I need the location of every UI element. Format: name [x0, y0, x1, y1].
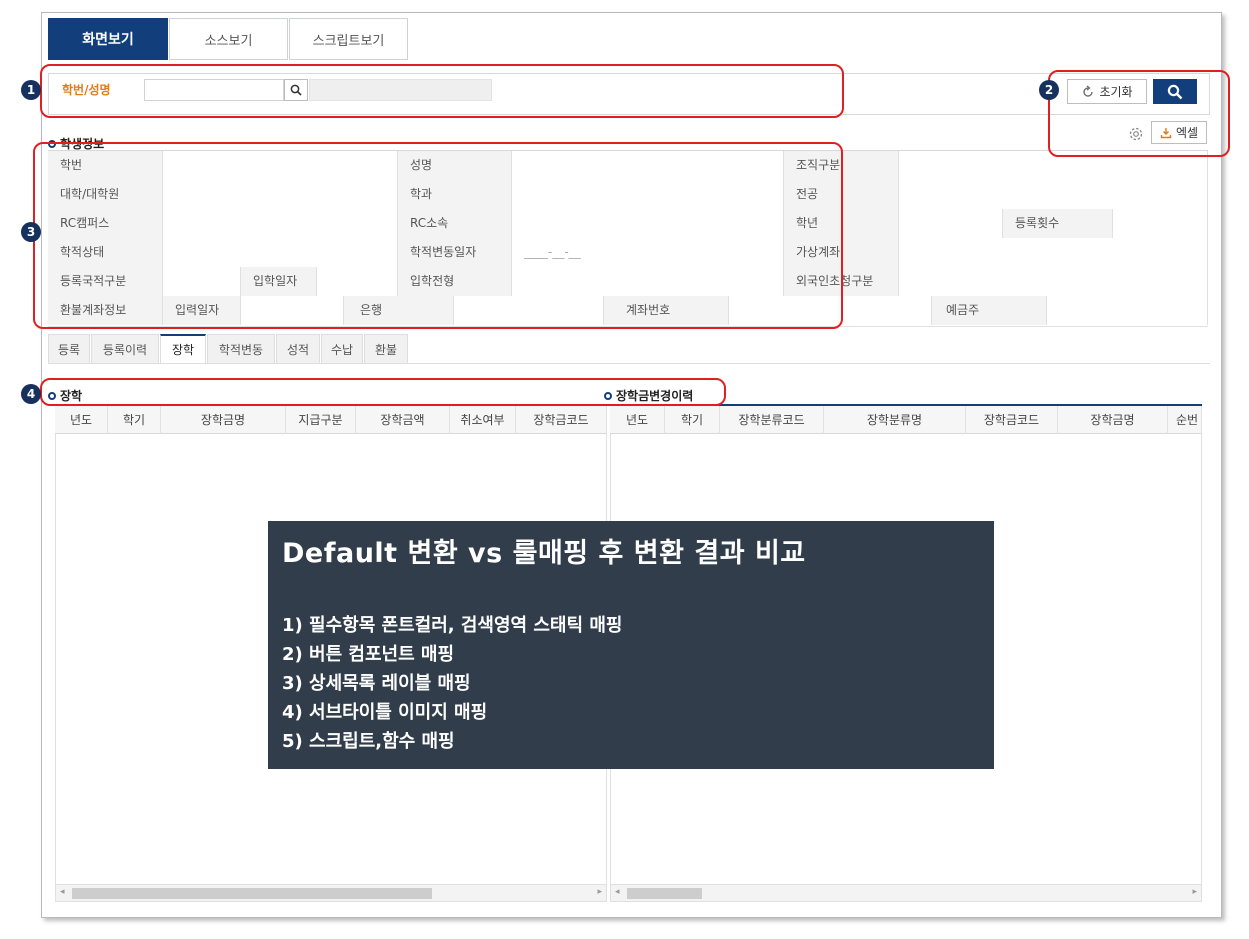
overlay-item: 4) 서브타이틀 이미지 매핑: [282, 702, 488, 723]
scroll-left-icon[interactable]: ◂: [615, 887, 620, 897]
subtab-academic-change[interactable]: 학적변동: [207, 334, 275, 364]
column-header[interactable]: 장학금명: [161, 406, 286, 434]
annotation-badge-4: 4: [21, 384, 41, 404]
foreign-invite-type-value: [899, 267, 1208, 296]
column-header[interactable]: 지급구분: [286, 406, 356, 434]
depositor-value: [1047, 296, 1208, 325]
subtab-grades[interactable]: 성적: [276, 334, 320, 364]
overlay-list: 1) 필수항목 폰트컬러, 검색영역 스태틱 매핑 2) 버튼 컴포넌트 매핑 …: [282, 611, 622, 756]
scholarship-grid-header: 년도 학기 장학금명 지급구분 장학금액 취소여부 장학금코드: [55, 404, 607, 434]
subtab-registration[interactable]: 등록: [48, 334, 90, 364]
subtab-payment[interactable]: 수납: [321, 334, 363, 364]
tab-screen-view[interactable]: 화면보기: [48, 18, 168, 60]
column-header[interactable]: 장학분류코드: [720, 406, 824, 434]
comparison-overlay: Default 변환 vs 룰매핑 후 변환 결과 비교 1) 필수항목 폰트컬…: [268, 521, 994, 769]
scholarship-horizontal-scrollbar[interactable]: ◂ ▸: [55, 884, 607, 902]
major-value: [899, 180, 1208, 209]
column-header[interactable]: 년도: [55, 406, 108, 434]
column-header[interactable]: 장학금코드: [966, 406, 1058, 434]
registration-count-value: [1113, 209, 1208, 238]
annotation-badge-3: 3: [21, 222, 41, 242]
annotation-badge-2: 2: [1039, 80, 1059, 100]
annotation-box-4: [40, 378, 726, 406]
annotation-badge-1: 1: [21, 80, 41, 100]
column-header[interactable]: 장학금명: [1058, 406, 1168, 434]
scroll-right-icon[interactable]: ▸: [1192, 887, 1197, 897]
overlay-item: 3) 상세목록 레이블 매핑: [282, 673, 471, 694]
annotation-box-3: [33, 142, 843, 329]
subtab-registration-history[interactable]: 등록이력: [91, 334, 159, 364]
subtab-baseline: [48, 363, 1210, 364]
subtab-refund[interactable]: 환불: [364, 334, 408, 364]
column-header[interactable]: 장학금액: [356, 406, 450, 434]
scrollbar-thumb[interactable]: [72, 888, 432, 899]
overlay-item: 1) 필수항목 폰트컬러, 검색영역 스태틱 매핑: [282, 615, 623, 636]
tab-source-view[interactable]: 소스보기: [169, 18, 288, 60]
info-label: 예금주: [932, 296, 1047, 325]
column-header[interactable]: 학기: [108, 406, 161, 434]
column-header[interactable]: 장학금코드: [516, 406, 607, 434]
scroll-right-icon[interactable]: ▸: [597, 887, 602, 897]
subtab-scholarship[interactable]: 장학: [160, 334, 206, 364]
annotation-box-2: [1048, 70, 1230, 157]
scrollbar-thumb[interactable]: [627, 888, 702, 899]
grade-value: [899, 209, 1003, 238]
scroll-left-icon[interactable]: ◂: [60, 887, 65, 897]
annotation-box-1: [40, 64, 844, 118]
info-label: 등록횟수: [1003, 209, 1113, 238]
column-header[interactable]: 학기: [665, 406, 720, 434]
history-horizontal-scrollbar[interactable]: ◂ ▸: [610, 884, 1202, 902]
overlay-item: 5) 스크립트,함수 매핑: [282, 731, 455, 752]
column-header[interactable]: 장학분류명: [824, 406, 966, 434]
column-header[interactable]: 취소여부: [450, 406, 516, 434]
column-header[interactable]: 년도: [610, 406, 665, 434]
scholarship-history-grid-header: 년도 학기 장학분류코드 장학분류명 장학금코드 장학금명 순번: [610, 404, 1202, 434]
overlay-item: 2) 버튼 컴포넌트 매핑: [282, 644, 455, 665]
column-header[interactable]: 순번: [1168, 406, 1202, 434]
tab-script-view[interactable]: 스크립트보기: [289, 18, 408, 60]
virtual-account-value: [899, 238, 1208, 267]
overlay-title: Default 변환 vs 룰매핑 후 변환 결과 비교: [282, 538, 806, 569]
